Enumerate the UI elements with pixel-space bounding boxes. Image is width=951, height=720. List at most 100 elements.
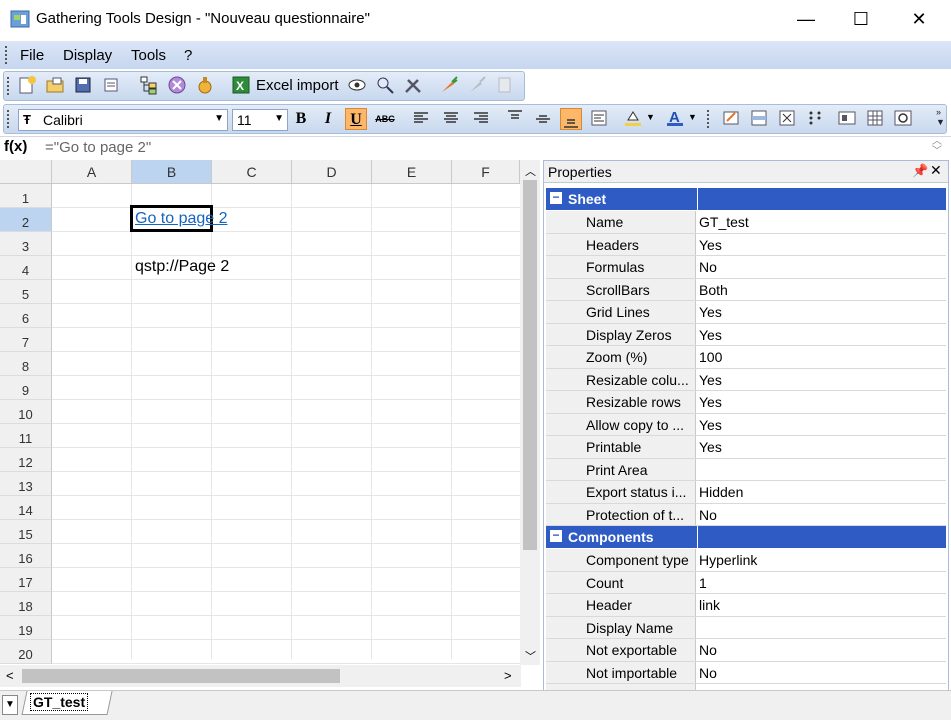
grip-handle[interactable] [7, 110, 10, 128]
property-row[interactable]: Print Area [546, 458, 946, 481]
property-row[interactable]: Header link [546, 594, 946, 617]
edit-cell-icon[interactable] [720, 108, 742, 130]
chevron-down-icon[interactable]: ▼ [688, 112, 697, 122]
cell-b2-hyperlink[interactable]: Go to page 2 [135, 210, 228, 228]
formula-input[interactable]: ="Go to page 2" [45, 139, 151, 156]
scroll-down-icon[interactable]: ﹀ [525, 648, 536, 664]
bold-button[interactable]: B [290, 108, 312, 130]
dots-icon[interactable] [804, 108, 826, 130]
property-row[interactable]: Component type Hyperlink [546, 549, 946, 572]
property-row[interactable]: Export status i... Hidden [546, 481, 946, 504]
strikethrough-button[interactable]: ABC [374, 108, 396, 130]
row-header[interactable]: 11 [0, 424, 52, 448]
align-middle-icon[interactable] [532, 108, 554, 130]
carrot-icon[interactable] [438, 75, 460, 97]
property-value[interactable]: No [697, 504, 717, 526]
property-value[interactable]: No [697, 256, 717, 278]
row-header[interactable]: 12 [0, 448, 52, 472]
excel-icon[interactable]: X [230, 75, 252, 97]
italic-button[interactable]: I [317, 108, 339, 130]
column-header[interactable]: C [212, 160, 292, 184]
underline-button[interactable]: U [345, 108, 367, 130]
grip-handle[interactable] [707, 110, 710, 128]
wrap-text-icon[interactable] [588, 108, 610, 130]
property-row[interactable]: Display Zeros Yes [546, 323, 946, 346]
property-row[interactable]: Resizable colu... Yes [546, 368, 946, 391]
column-header[interactable]: B [132, 160, 212, 184]
row-header[interactable]: 9 [0, 376, 52, 400]
row-header[interactable]: 3 [0, 232, 52, 256]
scroll-right-icon[interactable]: > [504, 668, 512, 683]
align-right-icon[interactable] [470, 108, 492, 130]
corner-cell[interactable] [0, 160, 52, 184]
expand-icon[interactable]: ︿ ﹀ [932, 137, 942, 157]
sheet-tab-label[interactable]: GT_test [30, 693, 89, 711]
stop-icon[interactable] [166, 75, 188, 97]
horizontal-scrollbar[interactable]: < > [0, 665, 521, 687]
row-header[interactable]: 15 [0, 520, 52, 544]
table-icon[interactable] [864, 108, 886, 130]
grip-handle[interactable] [5, 46, 8, 64]
property-value[interactable] [697, 617, 699, 639]
property-value[interactable]: Yes [697, 391, 722, 413]
row-icon[interactable] [748, 108, 770, 130]
property-value[interactable]: Yes [697, 234, 722, 256]
menu-tools[interactable]: Tools [131, 47, 166, 64]
tree-icon[interactable] [138, 75, 160, 97]
property-row[interactable]: Resizable rows Yes [546, 391, 946, 414]
eye-icon[interactable] [346, 75, 368, 97]
search-icon[interactable] [374, 75, 396, 97]
property-value[interactable]: Hidden [697, 481, 743, 503]
fill-color-icon[interactable] [622, 108, 644, 130]
row-header[interactable]: 16 [0, 544, 52, 568]
property-row[interactable]: Not importable No [546, 661, 946, 684]
close-icon[interactable]: ✕ [930, 162, 942, 179]
collapse-icon[interactable]: − [550, 191, 562, 204]
align-top-icon[interactable] [504, 108, 526, 130]
section-sheet[interactable]: − Sheet [546, 188, 946, 210]
row-header[interactable]: 2 [0, 208, 52, 232]
align-center-icon[interactable] [440, 108, 462, 130]
row-header[interactable]: 20 [0, 640, 52, 664]
scroll-thumb[interactable] [22, 669, 340, 683]
scroll-up-icon[interactable]: ︿ [525, 163, 536, 179]
row-header[interactable]: 19 [0, 616, 52, 640]
menu-file[interactable]: File [20, 47, 44, 64]
row-header[interactable]: 6 [0, 304, 52, 328]
minimize-button[interactable]: — [783, 0, 829, 39]
font-color-icon[interactable]: A [664, 108, 686, 130]
row-header[interactable]: 5 [0, 280, 52, 304]
column-header[interactable]: A [52, 160, 132, 184]
property-row[interactable]: Not exportable No [546, 639, 946, 662]
property-value[interactable]: Yes [697, 369, 722, 391]
new-icon[interactable] [16, 75, 38, 97]
row-header[interactable]: 14 [0, 496, 52, 520]
property-value[interactable]: No [697, 639, 717, 661]
row-header[interactable]: 7 [0, 328, 52, 352]
property-value[interactable]: Yes [697, 414, 722, 436]
toolbar-overflow-icon[interactable]: » ▼ [936, 107, 945, 127]
save-icon[interactable] [72, 75, 94, 97]
property-value[interactable]: Yes [697, 436, 722, 458]
property-row[interactable]: Printable Yes [546, 436, 946, 459]
property-row[interactable]: Name GT_test [546, 211, 946, 234]
maximize-button[interactable]: ☐ [838, 0, 884, 39]
property-value[interactable] [697, 459, 699, 481]
property-row[interactable]: Display Name [546, 616, 946, 639]
property-row[interactable]: Zoom (%) 100 [546, 346, 946, 369]
row-header[interactable]: 8 [0, 352, 52, 376]
property-value[interactable]: Hyperlink [697, 549, 757, 571]
collapse-icon[interactable]: − [550, 529, 562, 542]
cell-b4[interactable]: qstp://Page 2 [135, 258, 229, 276]
pin-icon[interactable]: 📌 [912, 163, 928, 179]
property-row[interactable]: Formulas No [546, 256, 946, 279]
align-bottom-icon[interactable] [560, 108, 582, 130]
property-row[interactable]: Allow copy to ... Yes [546, 413, 946, 436]
property-row[interactable]: Headers Yes [546, 233, 946, 256]
plugin-icon[interactable] [194, 75, 216, 97]
font-size-select[interactable]: 11 ▼ [232, 109, 288, 131]
scroll-thumb[interactable] [523, 180, 537, 550]
delete-cell-icon[interactable] [776, 108, 798, 130]
property-value[interactable]: Yes [697, 324, 722, 346]
tools-icon[interactable] [402, 75, 424, 97]
